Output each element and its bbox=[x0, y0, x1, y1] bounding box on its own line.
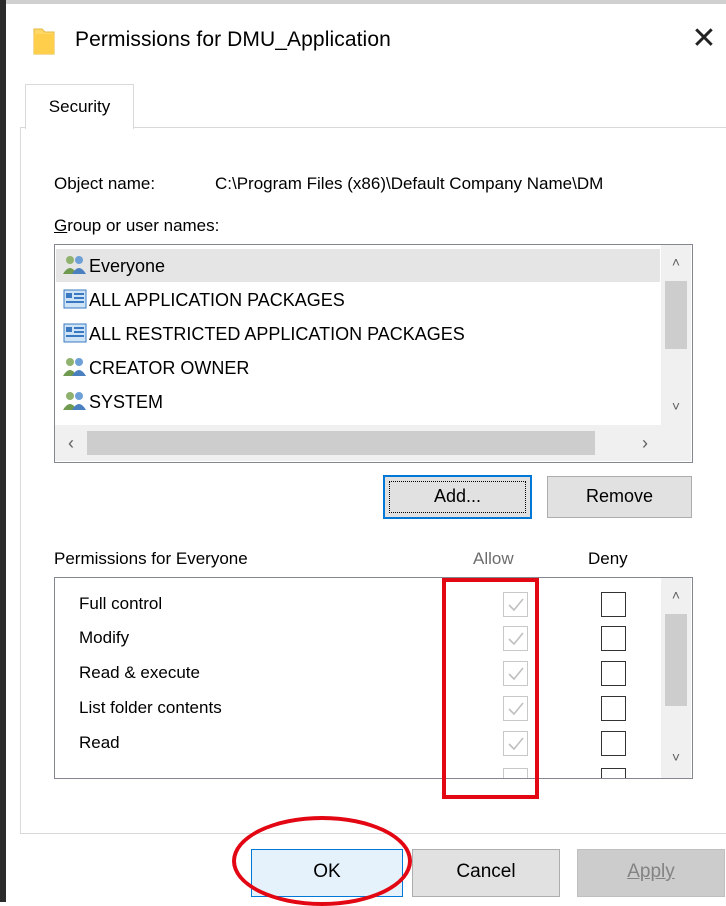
list-item-label: ALL RESTRICTED APPLICATION PACKAGES bbox=[89, 324, 465, 344]
apply-button-label: Apply bbox=[627, 861, 675, 882]
group-names-label-text: roup or user names: bbox=[67, 216, 220, 235]
permissions-dialog: Permissions for DMU_Application ✕ Securi… bbox=[0, 0, 726, 906]
horizontal-scroll-thumb[interactable] bbox=[87, 431, 595, 455]
permission-read: Read bbox=[79, 733, 120, 752]
scroll-thumb[interactable] bbox=[665, 281, 687, 349]
group-names-label: Group or user names: bbox=[54, 216, 219, 236]
list-item-system[interactable]: SYSTEM bbox=[63, 385, 163, 419]
allow-column-highlight bbox=[442, 578, 539, 799]
object-name-label: Object name: bbox=[54, 174, 156, 193]
scroll-up-icon[interactable]: ˄ bbox=[661, 249, 691, 275]
list-item-label: Everyone bbox=[89, 256, 166, 276]
scroll-down-icon[interactable]: ˅ bbox=[661, 744, 691, 770]
add-button[interactable]: Add... bbox=[383, 475, 532, 519]
app-packages-icon bbox=[63, 323, 87, 343]
deny-checkbox-list-folder-contents[interactable] bbox=[601, 696, 626, 721]
permissions-for-label: Permissions for Everyone bbox=[54, 549, 248, 568]
scroll-up-icon[interactable]: ˄ bbox=[661, 582, 691, 608]
tab-security[interactable]: Security bbox=[25, 84, 134, 129]
deny-checkbox-modify[interactable] bbox=[601, 626, 626, 651]
close-button[interactable]: ✕ bbox=[689, 22, 719, 56]
scrollbar-corner bbox=[661, 425, 691, 461]
object-name-value: C:\Program Files (x86)\Default Company N… bbox=[215, 174, 604, 193]
scroll-left-icon[interactable]: ‹ bbox=[59, 425, 83, 461]
list-item-label: ALL APPLICATION PACKAGES bbox=[89, 290, 345, 310]
permissions-list[interactable]: Full control Modify Read & execute List … bbox=[54, 577, 693, 779]
permission-full-control: Full control bbox=[79, 594, 163, 613]
users-icon bbox=[63, 256, 86, 274]
deny-checkbox-read[interactable] bbox=[601, 731, 626, 756]
deny-checkbox-full-control[interactable] bbox=[601, 592, 626, 617]
deny-checkbox-partial[interactable] bbox=[601, 768, 626, 778]
ok-button-highlight bbox=[232, 816, 412, 906]
list-item-label: CREATOR OWNER bbox=[89, 358, 250, 378]
scroll-right-icon[interactable]: › bbox=[633, 425, 657, 461]
scroll-thumb[interactable] bbox=[665, 614, 687, 706]
permission-list-folder-contents: List folder contents bbox=[79, 698, 222, 717]
window-title: Permissions for DMU_Application bbox=[75, 28, 391, 51]
scroll-down-icon[interactable]: ˅ bbox=[661, 393, 691, 419]
allow-column-header: Allow bbox=[473, 549, 514, 568]
deny-checkbox-read-execute[interactable] bbox=[601, 661, 626, 686]
list-item-everyone[interactable]: Everyone bbox=[63, 249, 165, 283]
remove-button-label: Remove bbox=[585, 486, 654, 506]
window-left-edge bbox=[0, 0, 6, 902]
list-item-all-restricted-application-packages[interactable]: ALL RESTRICTED APPLICATION PACKAGES bbox=[63, 317, 465, 351]
remove-button[interactable]: Remove bbox=[547, 476, 692, 518]
permission-modify: Modify bbox=[79, 628, 130, 647]
permissions-scrollbar[interactable]: ˄ ˅ bbox=[661, 578, 691, 778]
close-icon: ✕ bbox=[691, 22, 717, 55]
apply-button[interactable]: Apply bbox=[577, 849, 725, 897]
users-icon bbox=[63, 358, 86, 376]
window-top-edge bbox=[0, 0, 726, 4]
permission-read-execute: Read & execute bbox=[79, 663, 200, 682]
group-user-listbox[interactable]: Everyone ALL APPLICATION PACKAGES ALL RE… bbox=[54, 244, 693, 463]
deny-column-header: Deny bbox=[588, 549, 628, 568]
folder-icon bbox=[33, 28, 55, 55]
cancel-button[interactable]: Cancel bbox=[412, 849, 560, 897]
list-item-creator-owner[interactable]: CREATOR OWNER bbox=[63, 351, 249, 385]
groups-horizontal-scrollbar[interactable]: ‹ › bbox=[55, 425, 661, 461]
cancel-button-label: Cancel bbox=[456, 861, 516, 882]
focus-rectangle bbox=[389, 481, 526, 513]
users-icon bbox=[63, 392, 86, 410]
group-names-accel: G bbox=[54, 216, 68, 235]
groups-vertical-scrollbar[interactable]: ˄ ˅ bbox=[661, 245, 691, 425]
list-item-all-application-packages[interactable]: ALL APPLICATION PACKAGES bbox=[63, 283, 345, 317]
list-item-label: SYSTEM bbox=[89, 392, 164, 412]
app-packages-icon bbox=[63, 289, 87, 309]
